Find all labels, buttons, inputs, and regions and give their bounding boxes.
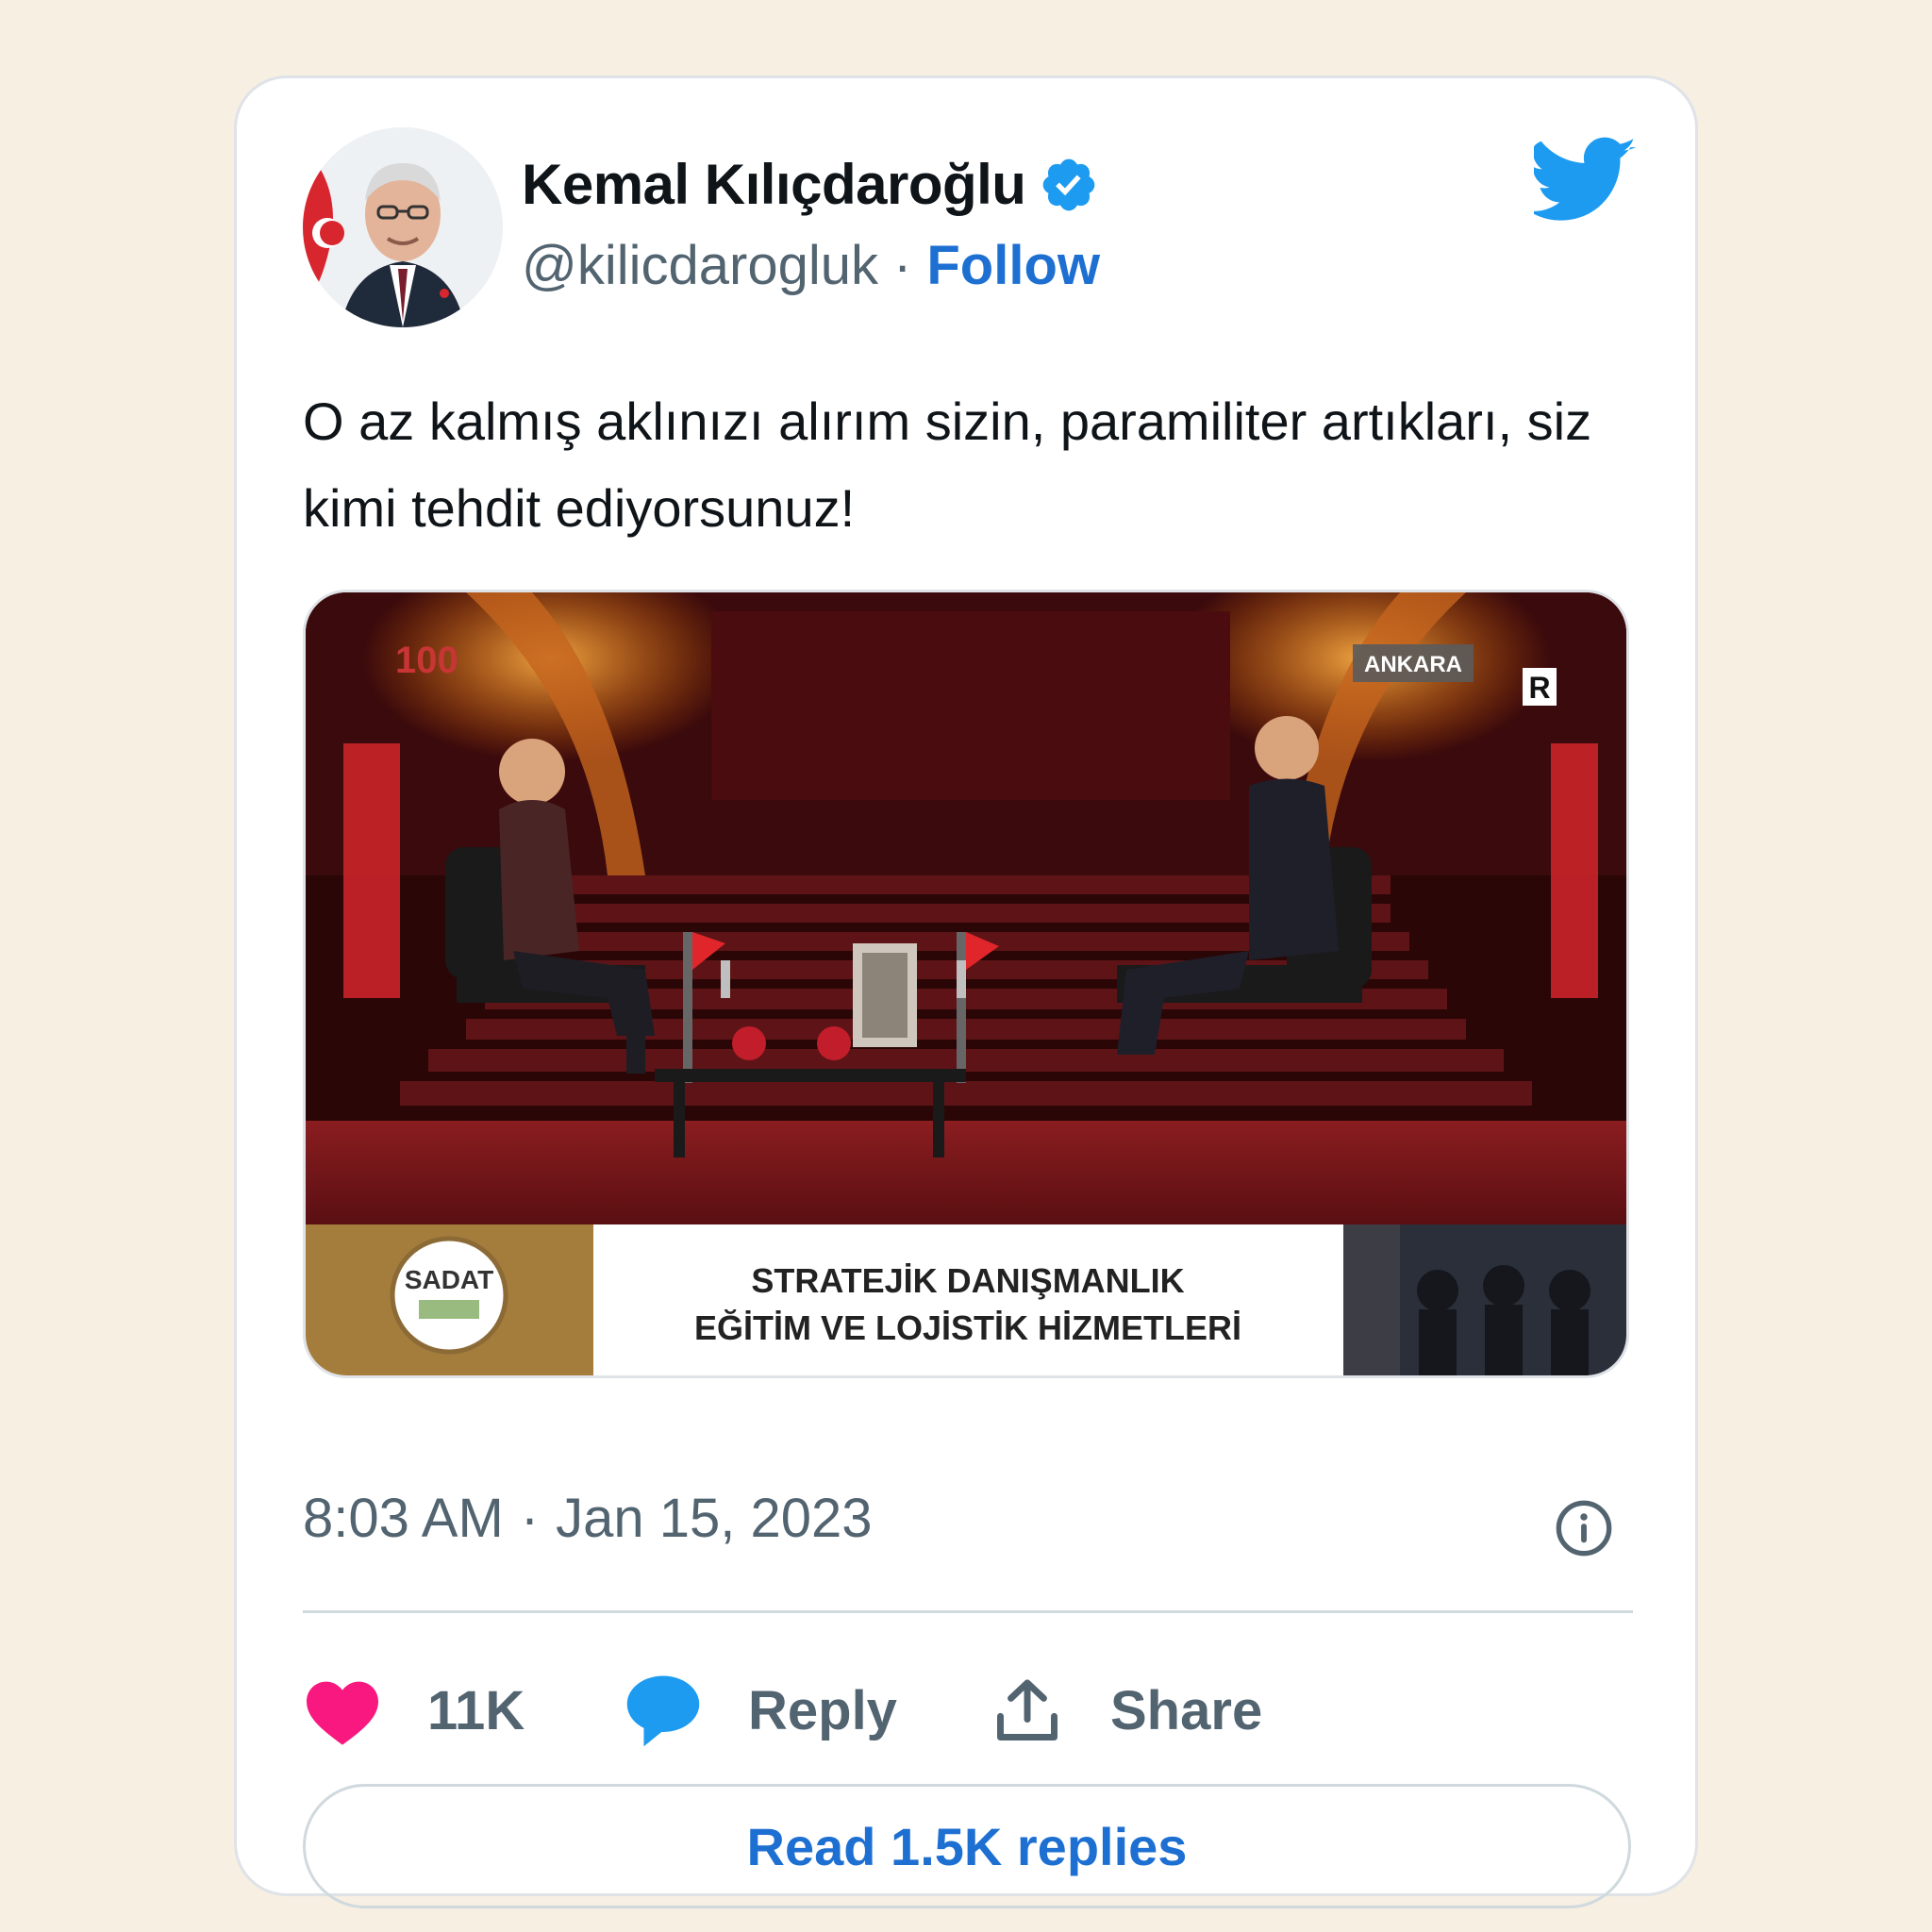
separator-dot: · — [893, 235, 912, 296]
share-label: Share — [1110, 1679, 1263, 1741]
reply-label: Reply — [748, 1679, 897, 1741]
verified-badge-icon — [1043, 158, 1095, 210]
handle-row: @kilicdarogluk · Follow — [522, 234, 1100, 297]
like-count: 11K — [427, 1679, 525, 1741]
share-button[interactable]: Share — [991, 1663, 1293, 1757]
banner-line-1: STRATEJİK DANIŞMANLIK — [751, 1261, 1184, 1300]
heart-icon — [307, 1681, 378, 1745]
timestamp-separator: · — [520, 1488, 540, 1549]
channel-logo: 100 — [395, 640, 458, 681]
divider — [303, 1610, 1633, 1613]
follow-button[interactable]: Follow — [926, 234, 1100, 297]
banner-line-2: EĞİTİM VE LOJİSTİK HİZMETLERİ — [694, 1308, 1241, 1347]
banner-logo: SADAT — [405, 1265, 493, 1294]
read-replies-button[interactable]: Read 1.5K replies — [303, 1784, 1631, 1908]
timestamp[interactable]: 8:03 AM · Jan 15, 2023 — [303, 1487, 873, 1550]
channel-mark: R — [1528, 671, 1550, 705]
twitter-bird-icon[interactable] — [1534, 137, 1638, 224]
reply-button[interactable]: Reply — [624, 1663, 925, 1757]
tweet-date: Jan 15, 2023 — [556, 1488, 873, 1549]
tweet-time: 8:03 AM — [303, 1488, 504, 1549]
action-bar: 11K Reply Share — [303, 1663, 1633, 1757]
tweet-text: O az kalmış aklınızı alırım sizin, param… — [303, 391, 1592, 538]
like-button[interactable]: 11K — [303, 1663, 567, 1757]
info-icon[interactable] — [1554, 1498, 1614, 1558]
location-badge: ANKARA — [1364, 652, 1462, 677]
reply-bubble-icon — [626, 1675, 700, 1747]
tweet-card: Kemal Kılıçdaroğlu @kilicdarogluk · Foll… — [234, 75, 1698, 1908]
author-row: Kemal Kılıçdaroğlu — [522, 152, 1099, 217]
media-image[interactable]: 100 ANKARA R SADAT STRATEJİK DANIŞMANLIK… — [303, 590, 1629, 1378]
avatar[interactable] — [303, 127, 503, 327]
author-handle[interactable]: @kilicdarogluk — [522, 234, 878, 297]
share-icon — [997, 1679, 1058, 1740]
author-name[interactable]: Kemal Kılıçdaroğlu — [522, 152, 1026, 217]
